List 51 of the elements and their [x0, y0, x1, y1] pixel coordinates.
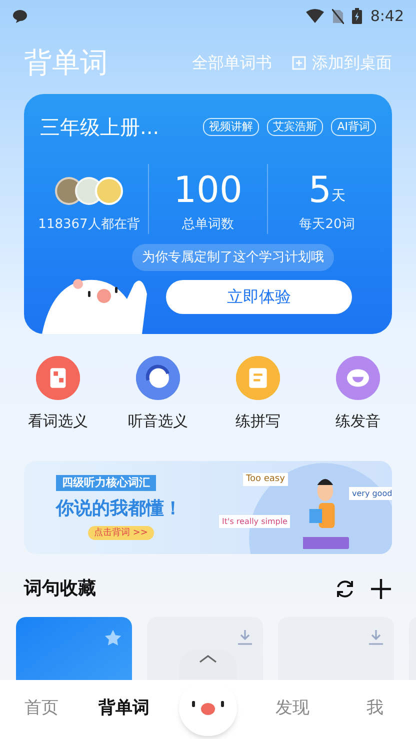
stat-value: 100 — [174, 170, 242, 210]
refresh-icon — [334, 578, 356, 600]
battery-charging-icon — [352, 8, 362, 24]
plan-note: 为你专属定制了这个学习计划哦 — [132, 244, 334, 271]
look-mode-icon — [36, 356, 80, 400]
refresh-button[interactable] — [334, 578, 356, 600]
feature-tag: 视频讲解 — [203, 118, 260, 136]
banner-action: 点击背词 >> — [88, 526, 154, 540]
spell-mode-icon — [236, 356, 280, 400]
nav-tab[interactable]: 我 — [334, 680, 416, 722]
mascot-tab-button[interactable] — [179, 680, 237, 736]
nav-tab[interactable]: 背单词 — [82, 680, 165, 722]
download-icon — [368, 628, 384, 644]
banner-headline: 你说的我都懂！ — [56, 496, 182, 520]
status-time: 8:42 — [370, 6, 404, 27]
stat-label: 每天20词 — [299, 216, 355, 234]
listen-mode-icon — [136, 356, 180, 400]
practice-mode-button[interactable]: 听音选义 — [118, 356, 198, 432]
promo-banner[interactable]: 四级听力核心词汇 你说的我都懂！ 点击背词 >> Too easy very good It's really simple — [24, 460, 392, 554]
stat-value: 5 — [308, 170, 332, 210]
practice-mode-button[interactable]: 练拼写 — [218, 356, 298, 432]
wifi-icon — [306, 9, 324, 23]
stat-label: 118367人都在背 — [38, 216, 140, 234]
practice-mode-button[interactable]: 练发音 — [318, 356, 398, 432]
speech-bubble: It's really simple — [219, 514, 290, 528]
section-title: 词句收藏 — [24, 577, 97, 601]
chevron-up-icon — [199, 655, 217, 663]
plus-icon — [370, 578, 392, 600]
star-icon — [104, 628, 122, 646]
avatar-photo — [95, 176, 123, 204]
feature-tag: 艾宾浩斯 — [267, 118, 324, 136]
nav-tab[interactable]: 首页 — [0, 680, 82, 722]
stat-label: 总单词数 — [182, 216, 234, 234]
add-square-icon — [292, 56, 306, 70]
nav-tab[interactable]: 发现 — [251, 680, 334, 722]
download-icon — [237, 628, 253, 644]
speech-bubble: Too easy — [243, 472, 288, 486]
banner-tag: 四级听力核心词汇 — [56, 474, 156, 490]
mascot-face-icon — [191, 700, 225, 716]
speech-bubble: very good — [349, 486, 392, 500]
speak-mode-icon — [336, 356, 380, 400]
practice-mode-button[interactable]: 看词选义 — [18, 356, 98, 432]
try-now-button[interactable]: 立即体验 — [166, 280, 352, 314]
stat-unit: 天 — [331, 186, 346, 206]
no-sim-icon — [332, 8, 344, 24]
add-button[interactable] — [370, 578, 392, 600]
favorites-card[interactable] — [16, 616, 132, 680]
page-title: 背单词 — [24, 45, 109, 81]
feature-tag: AI背词 — [331, 118, 376, 136]
chat-notification-icon — [12, 8, 28, 24]
wordbook-title: 三年级上册... — [40, 114, 160, 141]
